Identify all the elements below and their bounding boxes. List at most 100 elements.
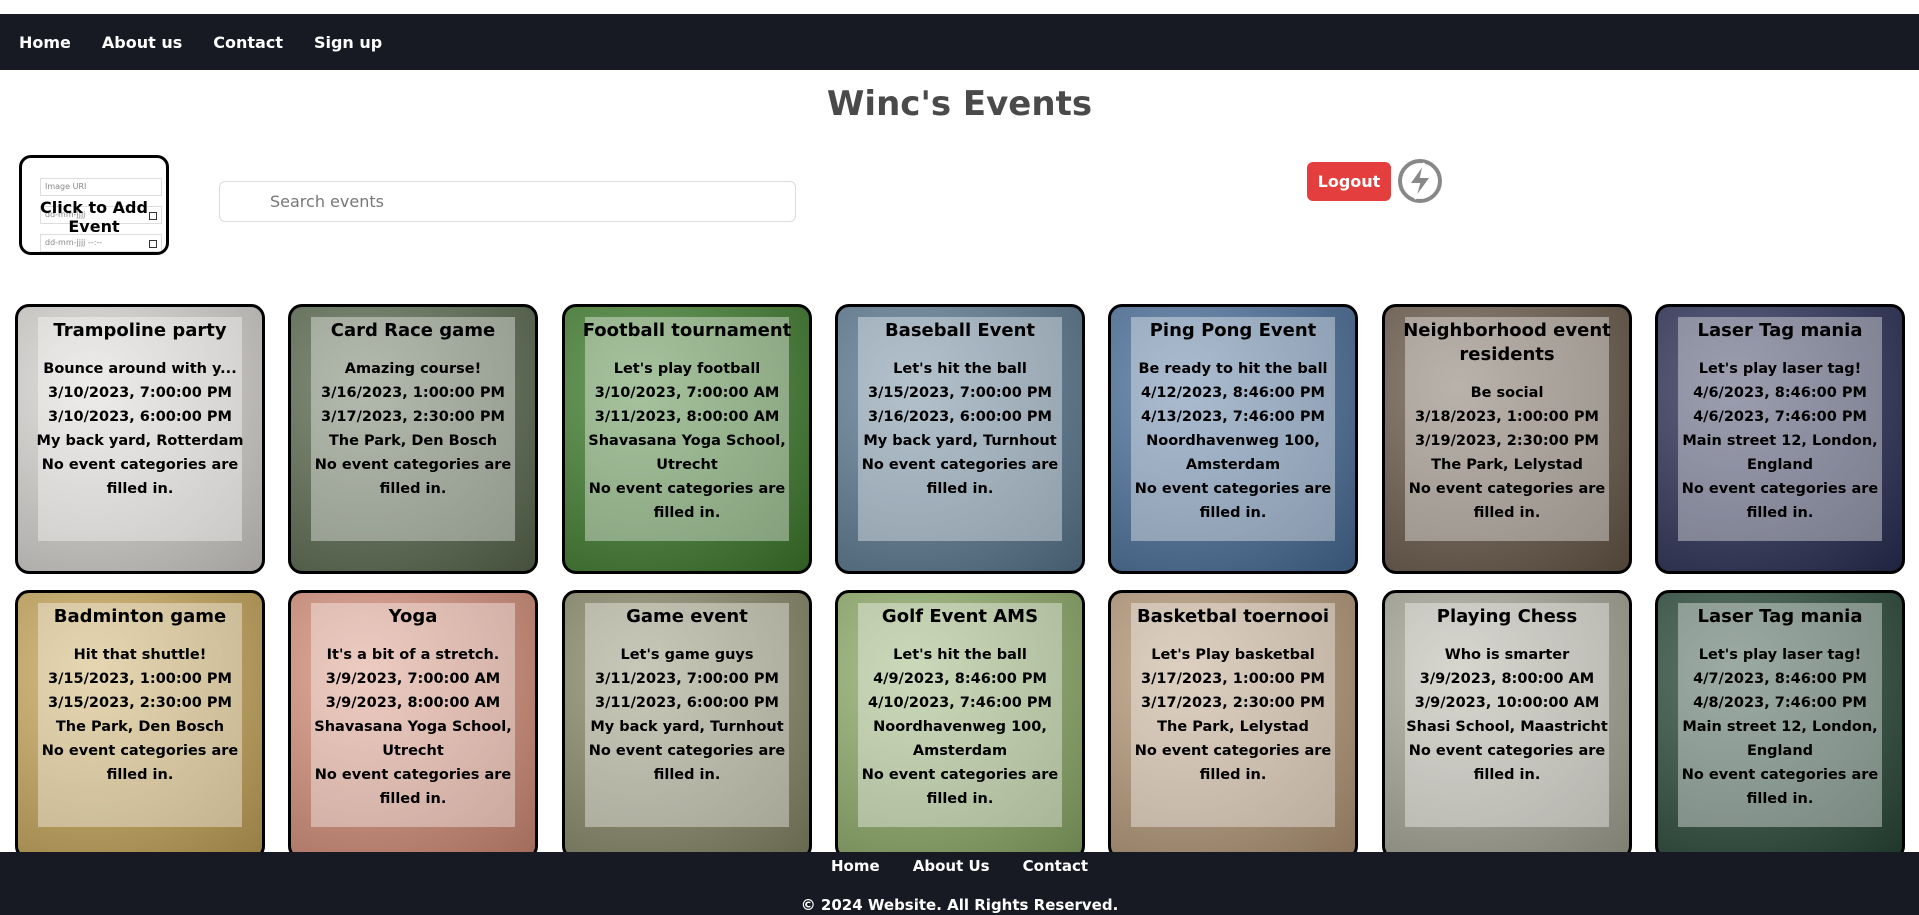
event-title: Golf Event AMS bbox=[881, 606, 1039, 627]
event-card[interactable]: Laser Tag mania Let's play laser tag! 4/7/… bbox=[1655, 590, 1905, 860]
event-detail-line: 4/7/2023, 8:46:00 PM bbox=[1693, 671, 1867, 687]
event-detail-line: It's a bit of a stretch. bbox=[326, 647, 500, 663]
event-card[interactable]: Yoga It's a bit of a stretch. 3/9/2023, 7:… bbox=[288, 590, 538, 860]
event-title: Trampoline party bbox=[53, 320, 227, 341]
event-detail-line: 3/10/2023, 6:00:00 PM bbox=[48, 409, 232, 425]
event-detail-line: No event categories are filled in. bbox=[1134, 481, 1332, 521]
footer-contact-link[interactable]: Contact bbox=[1023, 857, 1088, 875]
event-detail-line: No event categories are filled in. bbox=[588, 481, 786, 521]
card-content: Baseball Event Let's hit the ball 3/15/202… bbox=[842, 319, 1078, 501]
card-content: Badminton game Hit that shuttle! 3/15/2023… bbox=[22, 605, 258, 787]
event-card[interactable]: Game event Let's game guys 3/11/2023, 7:00… bbox=[562, 590, 812, 860]
event-card[interactable]: Trampoline party Bounce around with y... 3… bbox=[15, 304, 265, 574]
event-detail-line: Let's Play basketbal bbox=[1151, 647, 1315, 663]
top-navbar: Home About us Contact Sign up bbox=[0, 14, 1919, 70]
event-detail-line: 4/6/2023, 7:46:00 PM bbox=[1693, 409, 1867, 425]
event-detail-line: Shavasana Yoga School, Utrecht bbox=[314, 719, 512, 759]
event-detail-line: No event categories are filled in. bbox=[41, 457, 239, 497]
datetime-field[interactable]: dd-mm-jjjj --:-- bbox=[40, 234, 162, 252]
event-detail-line: Amazing course! bbox=[344, 361, 482, 377]
add-event-button[interactable]: Image URI dd-mm-jjjj dd-mm-jjjj --:-- Cl… bbox=[19, 155, 169, 255]
event-card[interactable]: Ping Pong Event Be ready to hit the ball 4… bbox=[1108, 304, 1358, 574]
event-detail-line: 3/16/2023, 6:00:00 PM bbox=[868, 409, 1052, 425]
copyright-text: © 2024 Website. All Rights Reserved. bbox=[800, 896, 1119, 914]
event-card[interactable]: Baseball Event Let's hit the ball 3/15/202… bbox=[835, 304, 1085, 574]
event-detail-line: No event categories are filled in. bbox=[314, 767, 512, 807]
image-uri-placeholder: Image URI bbox=[45, 182, 87, 191]
event-detail-line: 3/15/2023, 2:30:00 PM bbox=[48, 695, 232, 711]
nav-signup-link[interactable]: Sign up bbox=[314, 33, 382, 52]
card-content: Neighborhood event residents Be social 3/1… bbox=[1389, 319, 1625, 525]
event-title: Basketbal toernooi bbox=[1136, 606, 1330, 627]
event-card[interactable]: Badminton game Hit that shuttle! 3/15/2023… bbox=[15, 590, 265, 860]
event-detail-line: 4/8/2023, 7:46:00 PM bbox=[1693, 695, 1867, 711]
card-content: Trampoline party Bounce around with y... 3… bbox=[22, 319, 258, 501]
event-detail-line: No event categories are filled in. bbox=[861, 457, 1059, 497]
page-title: Winc's Events bbox=[826, 84, 1093, 124]
event-title: Card Race game bbox=[330, 320, 496, 341]
event-detail-line: No event categories are filled in. bbox=[41, 743, 239, 783]
search-input[interactable] bbox=[220, 182, 795, 221]
event-card[interactable]: Laser Tag mania Let's play laser tag! 4/6/… bbox=[1655, 304, 1905, 574]
event-detail-line: 4/6/2023, 8:46:00 PM bbox=[1693, 385, 1867, 401]
event-detail-line: Let's game guys bbox=[620, 647, 754, 663]
logout-button[interactable]: Logout bbox=[1307, 162, 1391, 201]
event-detail-line: Shasi School, Maastricht bbox=[1406, 719, 1608, 735]
event-detail-line: No event categories are filled in. bbox=[314, 457, 512, 497]
event-detail-line: 4/12/2023, 8:46:00 PM bbox=[1141, 385, 1325, 401]
event-detail-line: Noordhavenweg 100, Amsterdam bbox=[1146, 433, 1320, 473]
event-detail-line: My back yard, Turnhout bbox=[590, 719, 784, 735]
event-card[interactable]: Playing Chess Who is smarter 3/9/2023, 8:0… bbox=[1382, 590, 1632, 860]
event-detail-line: 3/17/2023, 2:30:00 PM bbox=[1141, 695, 1325, 711]
event-detail-line: 3/19/2023, 2:30:00 PM bbox=[1415, 433, 1599, 449]
event-card[interactable]: Card Race game Amazing course! 3/16/2023, … bbox=[288, 304, 538, 574]
event-title: Badminton game bbox=[53, 606, 227, 627]
event-detail-line: Be social bbox=[1470, 385, 1544, 401]
event-detail-line: 3/9/2023, 8:00:00 AM bbox=[325, 695, 501, 711]
event-detail-line: Bounce around with y... bbox=[43, 361, 237, 377]
event-title: Game event bbox=[626, 606, 748, 627]
event-title: Yoga bbox=[388, 606, 438, 627]
event-detail-line: 3/11/2023, 8:00:00 AM bbox=[594, 409, 780, 425]
lightning-logo-icon[interactable] bbox=[1396, 157, 1444, 205]
card-content: Basketbal toernooi Let's Play basketbal 3/… bbox=[1115, 605, 1351, 787]
event-detail-line: 3/11/2023, 6:00:00 PM bbox=[595, 695, 779, 711]
event-detail-line: The Park, Lelystad bbox=[1157, 719, 1309, 735]
event-card[interactable]: Neighborhood event residents Be social 3/1… bbox=[1382, 304, 1632, 574]
nav-contact-link[interactable]: Contact bbox=[213, 33, 283, 52]
event-title: Neighborhood event residents bbox=[1403, 320, 1611, 365]
datetime-placeholder: dd-mm-jjjj --:-- bbox=[45, 238, 103, 247]
card-content: Laser Tag mania Let's play laser tag! 4/6/… bbox=[1662, 319, 1898, 525]
event-detail-line: Who is smarter bbox=[1444, 647, 1570, 663]
event-detail-line: No event categories are filled in. bbox=[861, 767, 1059, 807]
event-card[interactable]: Basketbal toernooi Let's Play basketbal 3/… bbox=[1108, 590, 1358, 860]
event-detail-line: Main street 12, London, England bbox=[1682, 433, 1878, 473]
search-box bbox=[219, 181, 796, 222]
event-detail-line: 3/17/2023, 2:30:00 PM bbox=[321, 409, 505, 425]
event-detail-line: The Park, Den Bosch bbox=[55, 719, 225, 735]
card-content: Card Race game Amazing course! 3/16/2023, … bbox=[295, 319, 531, 501]
event-detail-line: Let's play football bbox=[613, 361, 761, 377]
event-title: Baseball Event bbox=[884, 320, 1036, 341]
event-card[interactable]: Golf Event AMS Let's hit the ball 4/9/2023… bbox=[835, 590, 1085, 860]
event-detail-line: My back yard, Rotterdam bbox=[36, 433, 244, 449]
footer-about-link[interactable]: About Us bbox=[913, 857, 990, 875]
event-title: Ping Pong Event bbox=[1149, 320, 1317, 341]
event-detail-line: Hit that shuttle! bbox=[73, 647, 207, 663]
footer-home-link[interactable]: Home bbox=[831, 857, 880, 875]
event-detail-line: No event categories are filled in. bbox=[1681, 481, 1879, 521]
nav-home-link[interactable]: Home bbox=[19, 33, 71, 52]
card-content: Yoga It's a bit of a stretch. 3/9/2023, 7:… bbox=[295, 605, 531, 811]
image-uri-field[interactable]: Image URI bbox=[40, 178, 162, 196]
card-content: Ping Pong Event Be ready to hit the ball 4… bbox=[1115, 319, 1351, 525]
nav-about-link[interactable]: About us bbox=[102, 33, 182, 52]
event-detail-line: 3/16/2023, 1:00:00 PM bbox=[321, 385, 505, 401]
add-event-label: Click to Add Event bbox=[40, 198, 148, 236]
event-detail-line: 3/18/2023, 1:00:00 PM bbox=[1415, 409, 1599, 425]
event-card[interactable]: Football tournament Let's play football 3/… bbox=[562, 304, 812, 574]
event-detail-line: The Park, Lelystad bbox=[1431, 457, 1583, 473]
card-content: Game event Let's game guys 3/11/2023, 7:00… bbox=[569, 605, 805, 787]
calendar-icon bbox=[149, 240, 157, 248]
event-detail-line: Let's hit the ball bbox=[893, 647, 1027, 663]
event-detail-line: 3/17/2023, 1:00:00 PM bbox=[1141, 671, 1325, 687]
